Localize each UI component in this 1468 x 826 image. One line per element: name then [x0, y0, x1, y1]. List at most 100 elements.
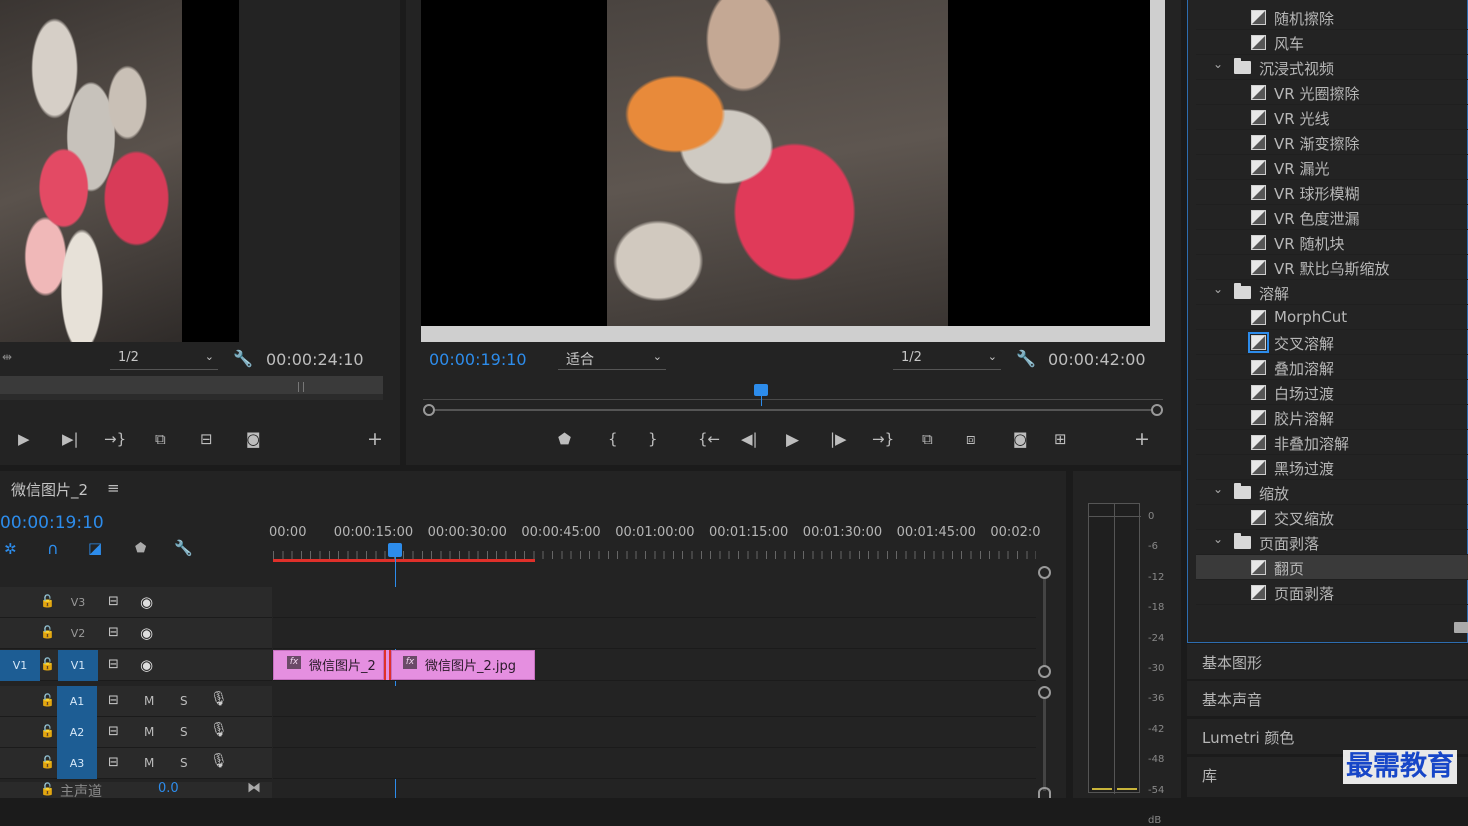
chevron-down-icon[interactable]: ⌄ — [1213, 57, 1223, 71]
source-zoom-dropdown[interactable]: 1/2 ⌄ — [110, 348, 218, 370]
sync-lock-icon[interactable]: ⊟ — [108, 693, 119, 708]
zoom-handle-right[interactable] — [1151, 404, 1163, 416]
track-target[interactable]: V3 — [58, 587, 98, 618]
microphone-icon[interactable]: 🎙 — [210, 753, 228, 769]
marker-icon[interactable]: ⬟ — [558, 430, 571, 448]
linked-selection-icon[interactable]: ◪ — [88, 539, 102, 557]
zoom-bar[interactable] — [435, 409, 1151, 411]
track-target[interactable]: V2 — [58, 618, 98, 649]
insert-icon[interactable]: ⧉ — [155, 430, 166, 448]
step-forward-icon[interactable]: ▶| — [62, 430, 79, 448]
sync-lock-icon[interactable]: ⊟ — [108, 625, 119, 640]
nest-icon[interactable]: ✲ — [4, 540, 17, 558]
effects-item[interactable]: 交叉缩放 — [1196, 505, 1468, 530]
drag-handle-icon[interactable]: ⇹ — [2, 350, 12, 364]
effects-item[interactable]: VR 渐变擦除 — [1196, 130, 1468, 155]
clip[interactable]: fx 微信图片_2.jpg — [391, 650, 535, 680]
timeline-playhead[interactable] — [388, 543, 402, 557]
mute-button[interactable]: M — [144, 694, 154, 708]
effects-item[interactable]: 胶片溶解 — [1196, 405, 1468, 430]
chevron-down-icon[interactable]: ⌄ — [1213, 532, 1223, 546]
effects-item[interactable]: 叠加溶解 — [1196, 355, 1468, 380]
wrench-icon[interactable]: 🔧 — [1016, 349, 1036, 368]
track-lane-a1[interactable] — [273, 686, 1036, 717]
effects-item[interactable]: 翻页 — [1196, 555, 1468, 580]
scroll-handle-top[interactable] — [1038, 566, 1051, 579]
effects-item[interactable]: VR 漏光 — [1196, 155, 1468, 180]
solo-button[interactable]: S — [180, 694, 188, 708]
effects-item[interactable]: 页面剥落 — [1196, 580, 1468, 605]
effects-item[interactable]: 随机擦除 — [1196, 5, 1468, 30]
zoom-handle-left[interactable] — [423, 404, 435, 416]
effects-item[interactable]: VR 球形模糊 — [1196, 180, 1468, 205]
track-target[interactable]: A3 — [57, 748, 97, 779]
eye-icon[interactable]: ◉ — [140, 656, 153, 674]
track-target[interactable]: A2 — [57, 717, 97, 748]
effects-item[interactable]: VR 光线 — [1196, 105, 1468, 130]
lift-icon[interactable]: ⧉ — [922, 430, 933, 448]
extract-icon[interactable]: ⧈ — [966, 430, 976, 448]
fit-dropdown[interactable]: 适合 ⌄ — [558, 348, 666, 370]
effects-folder[interactable]: ⌄ 溶解 — [1196, 280, 1468, 305]
microphone-icon[interactable]: 🎙 — [210, 722, 228, 738]
eye-icon[interactable]: ◉ — [140, 624, 153, 642]
sync-lock-icon[interactable]: ⊟ — [108, 657, 119, 672]
timeline-timecode[interactable]: 00:00:19:10 — [0, 513, 104, 533]
video-scrollbar[interactable] — [1043, 579, 1046, 667]
program-time-ruler[interactable] — [423, 388, 1163, 400]
work-area-bar[interactable] — [273, 559, 535, 562]
go-to-out-icon[interactable]: →} — [104, 430, 126, 448]
play-icon[interactable]: ▶ — [18, 430, 30, 448]
mute-button[interactable]: M — [144, 756, 154, 770]
effects-item[interactable]: 非叠加溶解 — [1196, 430, 1468, 455]
lock-icon[interactable]: 🔓 — [40, 693, 55, 707]
effects-item[interactable]: VR 色度泄漏 — [1196, 205, 1468, 230]
lock-icon[interactable]: 🔓 — [40, 625, 55, 639]
chevron-down-icon[interactable]: ⌄ — [1213, 282, 1223, 296]
effects-folder[interactable]: ⌄ 页面剥落 — [1196, 530, 1468, 555]
audio-scroll-handle-bottom[interactable] — [1038, 787, 1051, 798]
eye-icon[interactable]: ◉ — [140, 593, 153, 611]
effects-folder[interactable]: ⌄ 沉浸式视频 — [1196, 55, 1468, 80]
track-lane-a3[interactable] — [273, 748, 1036, 779]
effects-item[interactable]: 白场过渡 — [1196, 380, 1468, 405]
track-lane-v2[interactable] — [273, 618, 1036, 649]
sync-lock-icon[interactable]: ⊟ — [108, 724, 119, 739]
effects-item[interactable]: 交叉溶解 — [1196, 330, 1468, 355]
panel-essential-sound[interactable]: 基本声音 — [1187, 681, 1468, 717]
source-scrub-bar[interactable] — [0, 376, 383, 400]
add-button-icon[interactable]: + — [1134, 428, 1150, 450]
sync-lock-icon[interactable]: ⊟ — [108, 755, 119, 770]
camera-icon[interactable]: ◙ — [1013, 430, 1028, 448]
solo-button[interactable]: S — [180, 725, 188, 739]
sync-lock-icon[interactable]: ⊟ — [108, 594, 119, 609]
transition-marker[interactable] — [384, 650, 391, 680]
mark-out-icon[interactable]: } — [648, 430, 658, 448]
lock-icon[interactable]: 🔓 — [40, 782, 55, 796]
overwrite-icon[interactable]: ⊟ — [200, 430, 213, 448]
lock-icon[interactable]: 🔓 — [40, 594, 55, 608]
source-patch[interactable]: V1 — [0, 650, 40, 681]
go-to-in-icon[interactable]: {← — [698, 430, 720, 448]
master-volume[interactable]: 0.0 — [158, 781, 179, 796]
lock-icon[interactable]: 🔓 — [40, 724, 55, 738]
effects-item[interactable]: VR 随机块 — [1196, 230, 1468, 255]
effects-item[interactable]: 黑场过渡 — [1196, 455, 1468, 480]
microphone-icon[interactable]: 🎙 — [210, 691, 228, 707]
effects-item[interactable]: MorphCut — [1196, 305, 1468, 330]
add-button-icon[interactable]: + — [367, 428, 383, 450]
step-back-icon[interactable]: ◀| — [741, 430, 758, 448]
audio-scroll-handle-top[interactable] — [1038, 686, 1051, 699]
clip[interactable]: fx 微信图片_2 — [273, 650, 384, 680]
camera-icon[interactable]: ◙ — [246, 430, 261, 448]
step-forward-icon[interactable]: |▶ — [830, 430, 847, 448]
new-bin-icon[interactable] — [1454, 622, 1468, 633]
lock-icon[interactable]: 🔓 — [40, 755, 55, 769]
snap-magnet-icon[interactable]: ∩ — [47, 539, 59, 558]
goto-icon[interactable]: ⧓ — [247, 780, 261, 796]
track-lane-v3[interactable] — [273, 587, 1036, 618]
track-lane-a2[interactable] — [273, 717, 1036, 748]
solo-button[interactable]: S — [180, 756, 188, 770]
track-target[interactable]: V1 — [58, 650, 98, 681]
mark-in-icon[interactable]: { — [608, 430, 618, 448]
